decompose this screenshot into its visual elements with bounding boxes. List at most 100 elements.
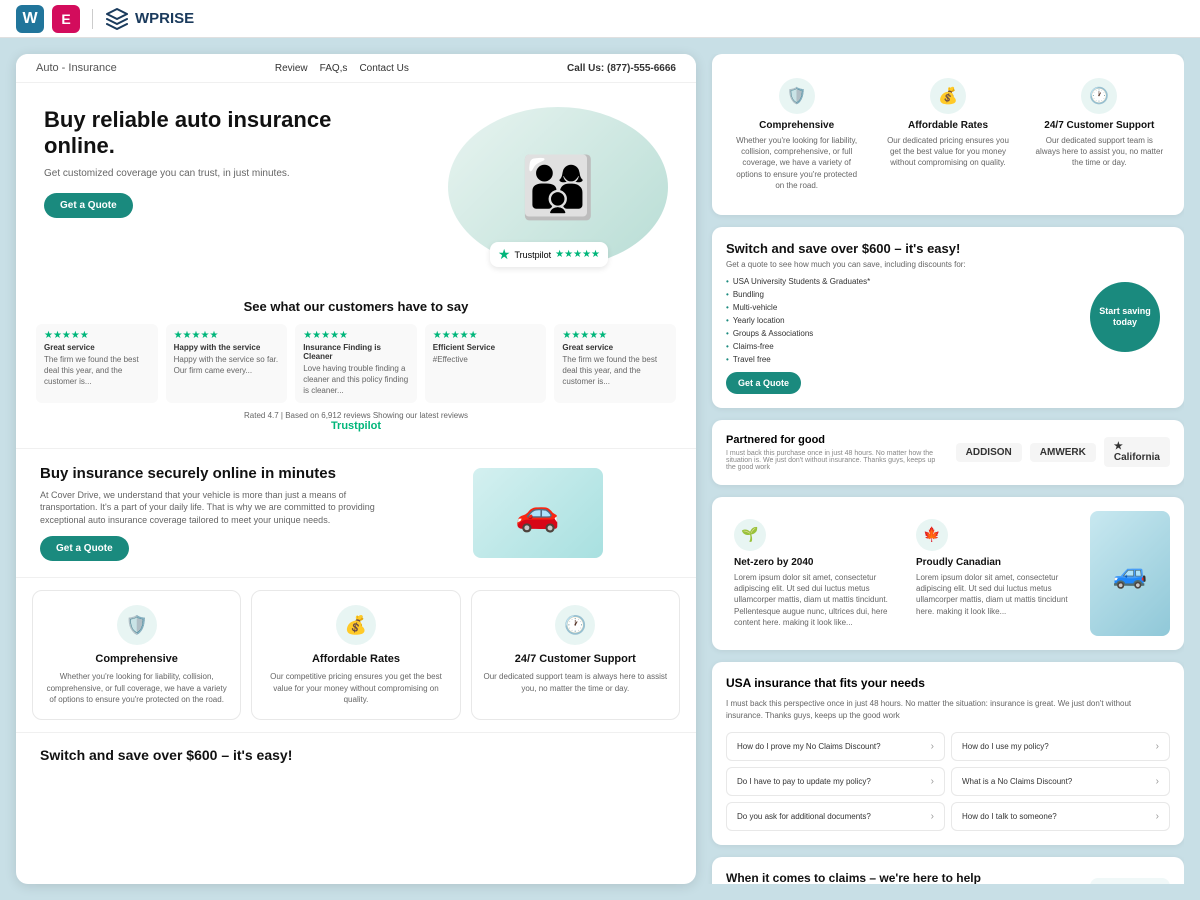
right-comprehensive-icon: 🛡️: [779, 78, 815, 114]
faq-question-2: How do I use my policy?: [962, 742, 1049, 751]
buy-online-text: Buy insurance securely online in minutes…: [40, 465, 388, 562]
tp-logo-text: Trustpilot: [331, 420, 381, 432]
ss-title: Switch and save over $600 – it's easy!: [726, 241, 1070, 256]
feature-card-comprehensive: 🛡️ Comprehensive Whether you're looking …: [32, 590, 241, 720]
canadian-title: Proudly Canadian: [916, 557, 1072, 568]
family-car-icon: 👨‍👩‍👦: [521, 152, 596, 223]
claims-title: When it comes to claims – we're here to …: [726, 871, 1080, 884]
switch-save-title: Switch and save over $600 – it's easy!: [40, 747, 672, 763]
faq-question-4: What is a No Claims Discount?: [962, 777, 1072, 786]
nav-faq[interactable]: FAQ,s: [320, 63, 348, 74]
ss-list-item: USA University Students & Graduates*: [726, 275, 1070, 288]
buy-online-desc: At Cover Drive, we understand that your …: [40, 489, 388, 527]
partner-logo-amwerk: AMWERK: [1030, 443, 1096, 462]
hero-image: 👨‍👩‍👦 ★ Trustpilot ★★★★★: [387, 107, 668, 267]
faq-arrow-5: ›: [931, 811, 934, 822]
claims-inner: When it comes to claims – we're here to …: [726, 871, 1170, 884]
nav-contact[interactable]: Contact Us: [359, 63, 408, 74]
review-stars: ★★★★★: [303, 330, 409, 341]
right-usa-section: USA insurance that fits your needs I mus…: [712, 662, 1184, 845]
left-panel: Auto - Insurance Review FAQ,s Contact Us…: [16, 54, 696, 884]
faq-item-2[interactable]: How do I use my policy? ›: [951, 732, 1170, 761]
right-feature-support: 🕐 24/7 Customer Support Our dedicated su…: [1029, 68, 1170, 201]
faq-arrow-6: ›: [1156, 811, 1159, 822]
features-row: 🛡️ Comprehensive Whether you're looking …: [16, 578, 696, 733]
review-title: Insurance Finding is Cleaner: [303, 343, 409, 361]
net-zero-title: Net-zero by 2040: [734, 557, 890, 568]
buy-online-cta-button[interactable]: Get a Quote: [40, 536, 129, 561]
hero-subtitle: Get customized coverage you can trust, i…: [44, 168, 387, 179]
faq-item-6[interactable]: How do I talk to someone? ›: [951, 802, 1170, 831]
trustpilot-badge: ★ Trustpilot ★★★★★: [490, 242, 608, 267]
nav-phone: Call Us: (877)-555-6666: [567, 63, 676, 74]
car-image: 🚙: [1090, 511, 1170, 636]
main-area: Auto - Insurance Review FAQ,s Contact Us…: [0, 38, 1200, 900]
canadian-col: 🍁 Proudly Canadian Lorem ipsum dolor sit…: [908, 511, 1080, 636]
nav-review[interactable]: Review: [275, 63, 308, 74]
right-support-icon: 🕐: [1081, 78, 1117, 114]
faq-arrow-1: ›: [931, 741, 934, 752]
reviews-footer: Rated 4.7 | Based on 6,912 reviews Showi…: [36, 411, 676, 432]
review-card: ★★★★★ Efficient Service #Effective: [425, 324, 547, 403]
partner-logos: ADDISON AMWERK ★ California: [956, 437, 1170, 467]
switch-save-section: Switch and save over $600 – it's easy!: [16, 733, 696, 781]
hero-cta-button[interactable]: Get a Quote: [44, 193, 133, 218]
faq-item-1[interactable]: How do I prove my No Claims Discount? ›: [726, 732, 945, 761]
partner-logo-addison: ADDISON: [956, 443, 1022, 462]
faq-item-3[interactable]: Do I have to pay to update my policy? ›: [726, 767, 945, 796]
faq-question-6: How do I talk to someone?: [962, 812, 1057, 821]
ss-left: Switch and save over $600 – it's easy! G…: [726, 241, 1070, 394]
toolbar-divider: [92, 9, 93, 29]
ss-list: USA University Students & Graduates* Bun…: [726, 275, 1070, 366]
brand-name: WPRISE: [135, 10, 194, 27]
hero-section: Buy reliable auto insurance online. Get …: [16, 83, 696, 283]
comprehensive-icon: 🛡️: [117, 605, 157, 645]
reviews-section: See what our customers have to say ★★★★★…: [16, 283, 696, 449]
feature-title-affordable: Affordable Rates: [262, 653, 449, 665]
tp-stars-row: ★★★★★: [555, 249, 600, 260]
review-title: Great service: [44, 343, 150, 352]
review-text: The firm we found the best deal this yea…: [562, 354, 668, 388]
start-saving-button[interactable]: Start saving today: [1090, 282, 1160, 352]
faq-item-5[interactable]: Do you ask for additional documents? ›: [726, 802, 945, 831]
net-zero-col: 🌱 Net-zero by 2040 Lorem ipsum dolor sit…: [726, 511, 898, 636]
review-text: The firm we found the best deal this yea…: [44, 354, 150, 388]
ss-list-item: Yearly location: [726, 314, 1070, 327]
feature-title-comprehensive: Comprehensive: [43, 653, 230, 665]
review-card: ★★★★★ Great service The firm we found th…: [36, 324, 158, 403]
elementor-logo[interactable]: E: [52, 5, 80, 33]
usa-desc: I must back this perspective once in jus…: [726, 698, 1170, 722]
faq-item-4[interactable]: What is a No Claims Discount? ›: [951, 767, 1170, 796]
right-affordable-icon: 💰: [930, 78, 966, 114]
buy-online-section: Buy insurance securely online in minutes…: [16, 449, 696, 579]
site-brand: Auto - Insurance: [36, 62, 117, 74]
ss-cta-button[interactable]: Get a Quote: [726, 372, 801, 394]
right-fc-desc-3: Our dedicated support team is always her…: [1035, 135, 1164, 169]
net-zero-desc: Lorem ipsum dolor sit amet, consectetur …: [734, 572, 890, 628]
insurance-illustration: 🚗: [473, 468, 603, 558]
hero-title: Buy reliable auto insurance online.: [44, 107, 387, 160]
wordpress-logo[interactable]: W: [16, 5, 44, 33]
review-title: Efficient Service: [433, 343, 539, 352]
feature-card-affordable: 💰 Affordable Rates Our competitive prici…: [251, 590, 460, 720]
right-fc-desc-1: Whether you're looking for liability, co…: [732, 135, 861, 191]
feature-desc-support: Our dedicated support team is always her…: [482, 671, 669, 693]
usa-header: I must back this perspective once in jus…: [726, 698, 1170, 722]
partners-desc: I must back this purchase once in just 4…: [726, 450, 946, 471]
usa-title: USA insurance that fits your needs: [726, 676, 1170, 690]
nav-links: Review FAQ,s Contact Us: [275, 63, 409, 74]
review-card: ★★★★★ Insurance Finding is Cleaner Love …: [295, 324, 417, 403]
review-card: ★★★★★ Great service The firm we found th…: [554, 324, 676, 403]
toolbar: W E WPRISE: [0, 0, 1200, 38]
right-panel[interactable]: 🛡️ Comprehensive Whether you're looking …: [696, 54, 1184, 884]
partners-title: Partnered for good: [726, 434, 946, 446]
right-feature-comprehensive: 🛡️ Comprehensive Whether you're looking …: [726, 68, 867, 201]
faq-arrow-4: ›: [1156, 776, 1159, 787]
support-icon: 🕐: [555, 605, 595, 645]
hero-text: Buy reliable auto insurance online. Get …: [44, 107, 387, 267]
ss-list-item: Multi-vehicle: [726, 301, 1070, 314]
faq-question-5: Do you ask for additional documents?: [737, 812, 871, 821]
ss-list-item: Travel free: [726, 353, 1070, 366]
partner-logo-california: ★ California: [1104, 437, 1170, 467]
review-stars: ★★★★★: [562, 330, 668, 341]
